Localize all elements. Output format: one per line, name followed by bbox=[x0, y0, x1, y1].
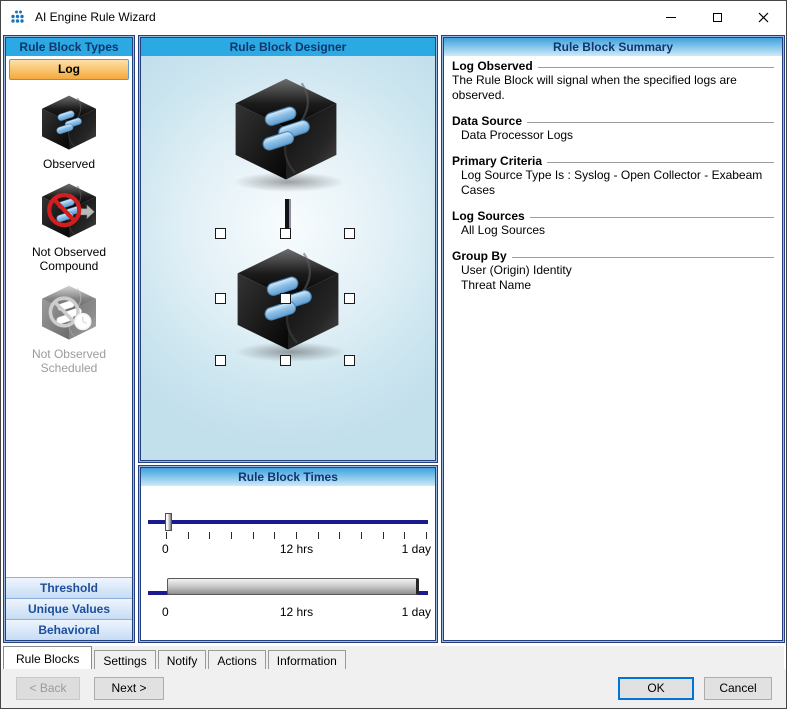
close-button[interactable] bbox=[740, 1, 786, 33]
minimize-button[interactable] bbox=[648, 1, 694, 33]
summary-section-line: User (Origin) Identity bbox=[452, 263, 774, 278]
cancel-button[interactable]: Cancel bbox=[704, 677, 772, 700]
tab-settings[interactable]: Settings bbox=[94, 650, 155, 669]
summary-section-log-observed: Log Observed The Rule Block will signal … bbox=[452, 59, 774, 103]
selected-block-antenna bbox=[285, 199, 289, 231]
selection-handle-top-left[interactable] bbox=[215, 228, 226, 239]
summary-section-title: Group By bbox=[452, 249, 774, 263]
selection-handle-bottom-center[interactable] bbox=[280, 355, 291, 366]
summary-section-title: Data Source bbox=[452, 114, 774, 128]
type-category-threshold-button[interactable]: Threshold bbox=[6, 577, 132, 598]
scale-label-12hrs: 12 hrs bbox=[280, 542, 313, 556]
times-body: 0 12 hrs 1 day 0 12 hrs 1 day bbox=[141, 486, 435, 640]
selection-handle-top-right[interactable] bbox=[344, 228, 355, 239]
rule-block-designer-header: Rule Block Designer bbox=[141, 38, 435, 56]
type-item-label: Observed bbox=[43, 157, 95, 171]
tab-information[interactable]: Information bbox=[268, 650, 346, 669]
type-list-empty-area bbox=[6, 375, 132, 577]
type-category-unique-values-button[interactable]: Unique Values bbox=[6, 598, 132, 619]
ok-button[interactable]: OK bbox=[618, 677, 694, 700]
minimize-icon bbox=[666, 17, 676, 18]
summary-body: Log Observed The Rule Block will signal … bbox=[444, 56, 782, 640]
summary-section-primary-criteria: Primary Criteria Log Source Type Is : Sy… bbox=[452, 154, 774, 198]
time-slider-ticks bbox=[166, 532, 427, 539]
wizard-tab-strip: Rule Blocks Settings Notify Actions Info… bbox=[3, 646, 784, 669]
next-button[interactable]: Next > bbox=[94, 677, 164, 700]
tab-rule-blocks[interactable]: Rule Blocks bbox=[3, 646, 92, 669]
selection-handle-mid-center[interactable] bbox=[280, 293, 291, 304]
type-category-behavioral-button[interactable]: Behavioral bbox=[6, 619, 132, 640]
summary-section-title: Log Observed bbox=[452, 59, 774, 73]
selection-handle-top-center[interactable] bbox=[280, 228, 291, 239]
back-button: < Back bbox=[16, 677, 80, 700]
time-range-slider[interactable] bbox=[148, 584, 428, 602]
app-logo-dots-icon bbox=[10, 9, 27, 26]
time-range-labels: 0 12 hrs 1 day bbox=[166, 605, 427, 620]
time-range-bar[interactable] bbox=[167, 578, 419, 595]
not-observed-scheduled-icon bbox=[39, 282, 99, 342]
rule-block-cube-top[interactable] bbox=[227, 72, 345, 184]
scale-label-0: 0 bbox=[162, 542, 169, 556]
tab-actions[interactable]: Actions bbox=[208, 650, 265, 669]
selection-handle-mid-left[interactable] bbox=[215, 293, 226, 304]
summary-section-line: All Log Sources bbox=[452, 223, 774, 238]
summary-section-group-by: Group By User (Origin) Identity Threat N… bbox=[452, 249, 774, 293]
type-item-not-observed-scheduled: Not Observed Scheduled bbox=[6, 282, 132, 375]
type-item-label: Not Observed Scheduled bbox=[32, 347, 106, 375]
summary-section-log-sources: Log Sources All Log Sources bbox=[452, 209, 774, 238]
type-item-not-observed-compound[interactable]: Not Observed Compound bbox=[6, 180, 132, 273]
rule-block-designer-panel: Rule Block Designer bbox=[140, 37, 436, 461]
rule-block-types-header: Rule Block Types bbox=[6, 38, 132, 56]
designer-canvas[interactable] bbox=[141, 56, 435, 460]
rule-block-summary-header: Rule Block Summary bbox=[444, 38, 782, 56]
scale-label-1day: 1 day bbox=[402, 542, 431, 556]
window-controls bbox=[648, 1, 786, 33]
summary-section-title: Log Sources bbox=[452, 209, 774, 223]
tab-notify[interactable]: Notify bbox=[158, 650, 207, 669]
scale-label-0: 0 bbox=[162, 605, 169, 619]
window-title: AI Engine Rule Wizard bbox=[35, 10, 156, 24]
type-category-log-button[interactable]: Log bbox=[9, 59, 129, 80]
not-observed-compound-icon bbox=[39, 180, 99, 240]
rule-block-types-panel: Rule Block Types Log Observed Not Observ… bbox=[5, 37, 133, 641]
rule-block-times-panel: Rule Block Times 0 12 hrs 1 day bbox=[140, 467, 436, 641]
time-slider-track[interactable] bbox=[148, 520, 428, 524]
selection-handle-bottom-right[interactable] bbox=[344, 355, 355, 366]
scale-label-1day: 1 day bbox=[402, 605, 431, 619]
selection-handle-mid-right[interactable] bbox=[344, 293, 355, 304]
maximize-icon bbox=[713, 13, 722, 22]
summary-section-data-source: Data Source Data Processor Logs bbox=[452, 114, 774, 143]
time-slider[interactable] bbox=[148, 513, 428, 531]
selection-handle-bottom-left[interactable] bbox=[215, 355, 226, 366]
title-bar: AI Engine Rule Wizard bbox=[1, 1, 786, 33]
ai-engine-rule-wizard-window: AI Engine Rule Wizard Rule Block Types L… bbox=[0, 0, 787, 709]
time-slider-labels: 0 12 hrs 1 day bbox=[166, 542, 427, 557]
summary-section-line: Log Source Type Is : Syslog - Open Colle… bbox=[452, 168, 774, 198]
summary-section-title: Primary Criteria bbox=[452, 154, 774, 168]
rule-block-summary-panel: Rule Block Summary Log Observed The Rule… bbox=[443, 37, 783, 641]
summary-section-line: Threat Name bbox=[452, 278, 774, 293]
scale-label-12hrs: 12 hrs bbox=[280, 605, 313, 619]
bottom-button-bar: < Back Next > OK Cancel bbox=[1, 669, 786, 708]
type-item-label: Not Observed Compound bbox=[32, 245, 106, 273]
time-slider-thumb[interactable] bbox=[165, 513, 172, 531]
summary-section-line: Data Processor Logs bbox=[452, 128, 774, 143]
maximize-button[interactable] bbox=[694, 1, 740, 33]
rule-block-times-header: Rule Block Times bbox=[141, 468, 435, 486]
close-icon bbox=[758, 12, 769, 23]
summary-section-line: The Rule Block will signal when the spec… bbox=[452, 73, 774, 103]
observed-cube-icon bbox=[39, 92, 99, 152]
type-item-observed[interactable]: Observed bbox=[6, 92, 132, 171]
